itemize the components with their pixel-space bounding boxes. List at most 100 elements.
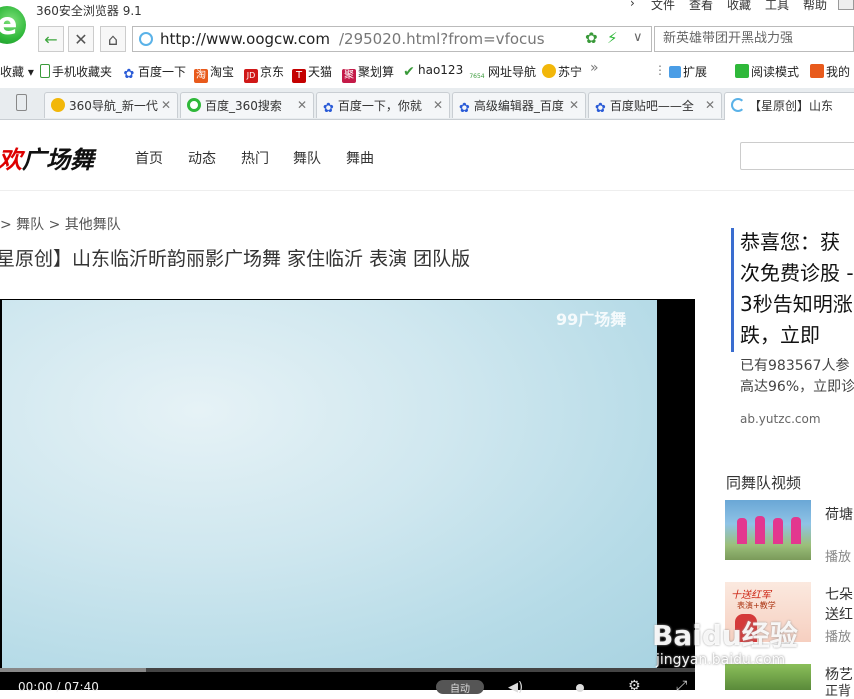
bookmark-label: 阅读模式 bbox=[751, 65, 800, 79]
more-bookmarks-icon[interactable]: » bbox=[590, 60, 599, 76]
dancer-figure bbox=[791, 517, 801, 544]
breadcrumb[interactable]: > 舞队 > 其他舞队 bbox=[0, 214, 121, 234]
site-header bbox=[0, 121, 854, 191]
close-icon[interactable]: ✕ bbox=[161, 98, 171, 112]
ad-desc-line: 高达96%，立即诊 bbox=[740, 379, 854, 395]
gear-icon[interactable]: ⚙ bbox=[628, 678, 641, 694]
close-icon[interactable]: ✕ bbox=[569, 98, 579, 112]
tab-label: 高级编辑器_百度 bbox=[473, 99, 564, 113]
tab-editor[interactable]: ✿ 高级编辑器_百度 ✕ bbox=[452, 92, 586, 118]
video-frame[interactable] bbox=[2, 300, 657, 668]
search-input[interactable]: 新英雄带团开黑战力强 bbox=[654, 26, 854, 52]
dancer-figure bbox=[755, 516, 765, 544]
tab-baidu[interactable]: ✿ 百度一下，你就 ✕ bbox=[316, 92, 450, 118]
ad-desc-line: 已有983567人参 bbox=[740, 358, 850, 374]
nav-music[interactable]: 舞曲 bbox=[346, 148, 374, 168]
close-icon[interactable]: ✕ bbox=[297, 98, 307, 112]
related-item-title[interactable]: 七朵 bbox=[825, 584, 853, 604]
auto-quality-button[interactable]: 自动 bbox=[436, 680, 484, 695]
window-control-button[interactable] bbox=[838, 0, 854, 10]
baidu-watermark: Baidu经验 bbox=[652, 619, 798, 652]
suning-icon bbox=[542, 64, 556, 78]
video-time: 00:00 / 07:40 bbox=[18, 680, 99, 694]
bookmark-label: 聚划算 bbox=[358, 65, 395, 79]
site-logo[interactable]: 欢广场舞 bbox=[0, 140, 94, 175]
nav-hot[interactable]: 热门 bbox=[241, 148, 269, 168]
menu-file[interactable]: 文件 bbox=[651, 0, 675, 13]
grid-icon bbox=[669, 66, 681, 78]
bookmark-jd[interactable]: JD 京东 bbox=[244, 63, 284, 83]
thumb-caption-sub: 表演+教学 bbox=[737, 601, 776, 610]
video-watermark: 99广场舞 bbox=[556, 310, 627, 329]
menu-favorites[interactable]: 收藏 bbox=[727, 0, 751, 13]
chevron-right-icon[interactable]: › bbox=[630, 0, 635, 10]
menu-help[interactable]: 帮助 bbox=[803, 0, 827, 13]
volume-slider-handle[interactable] bbox=[576, 684, 584, 692]
7654-icon: 7654 bbox=[469, 73, 485, 80]
baidu-paw-icon: ✿ bbox=[595, 101, 606, 116]
menu-tools[interactable]: 工具 bbox=[765, 0, 789, 13]
bookmark-juhuasuan[interactable]: 聚聚划算 bbox=[342, 63, 394, 83]
tab-360search[interactable]: 百度_360搜索 ✕ bbox=[180, 92, 314, 118]
related-item-playcount: 播放 bbox=[825, 630, 852, 645]
separator-dots-icon: ⋮ bbox=[654, 63, 666, 77]
extensions-button[interactable]: 扩展 bbox=[669, 63, 707, 80]
lightning-icon[interactable]: ⚡ bbox=[607, 29, 618, 47]
site-logo-text: 广场舞 bbox=[22, 145, 94, 174]
reader-mode-button[interactable]: 阅读模式 bbox=[735, 63, 799, 80]
bookmark-tmall[interactable]: T 天猫 bbox=[292, 63, 332, 83]
bookmark-label: 网址导航 bbox=[488, 65, 537, 79]
dropdown-icon[interactable]: ∨ bbox=[633, 30, 643, 45]
briefcase-icon bbox=[810, 64, 824, 78]
tab-tieba[interactable]: ✿ 百度贴吧——全 ✕ bbox=[588, 92, 722, 118]
fullscreen-icon[interactable]: ⤢ bbox=[676, 678, 687, 694]
my-button[interactable]: 我的 bbox=[810, 63, 850, 80]
address-bar[interactable]: http://www.oogcw.com /295020.html?from=v… bbox=[132, 26, 652, 52]
bookmark-nav[interactable]: 7654 网址导航 bbox=[468, 63, 536, 84]
bookmark-favorites[interactable]: 收藏 ▾ bbox=[0, 63, 34, 80]
baidu-paw-icon: ✿ bbox=[323, 101, 334, 116]
tab-label: 百度贴吧——全 bbox=[609, 99, 694, 113]
related-item-title[interactable]: 荷塘 bbox=[825, 504, 853, 524]
ad-url[interactable]: ab.yutzc.com bbox=[740, 412, 821, 426]
close-icon[interactable]: ✕ bbox=[705, 98, 715, 112]
related-item-subtitle[interactable]: 送红 bbox=[825, 604, 853, 624]
bookmark-baidu[interactable]: ✿ 百度一下 bbox=[122, 63, 186, 82]
nav-home[interactable]: 首页 bbox=[135, 148, 163, 168]
bookmark-hao123[interactable]: ✔ hao123 bbox=[402, 63, 463, 79]
phone-icon[interactable] bbox=[16, 94, 27, 111]
refresh-icon[interactable]: ✿ bbox=[585, 29, 598, 47]
bookmark-suning[interactable]: 苏宁 bbox=[542, 63, 582, 80]
bookmark-label: 百度一下 bbox=[138, 65, 187, 79]
juhuasuan-icon: 聚 bbox=[342, 69, 356, 83]
360-icon bbox=[51, 98, 65, 112]
ad-description[interactable]: 已有983567人参 高达96%，立即诊 bbox=[740, 356, 854, 398]
close-icon[interactable]: ✕ bbox=[433, 98, 443, 112]
related-thumbnail[interactable] bbox=[725, 500, 811, 560]
menu-view[interactable]: 查看 bbox=[689, 0, 713, 13]
tab-label: 【星原创】山东 bbox=[749, 99, 834, 113]
ad-accent-bar bbox=[731, 228, 734, 352]
bookmark-label: 淘宝 bbox=[210, 65, 235, 79]
tab-360nav[interactable]: 360导航_新一代 ✕ bbox=[44, 92, 178, 118]
home-button[interactable]: ⌂ bbox=[100, 26, 126, 52]
back-button[interactable]: ← bbox=[38, 26, 64, 52]
tab-active-page[interactable]: 【星原创】山东 bbox=[724, 92, 854, 120]
tab-label: 百度_360搜索 bbox=[205, 99, 282, 113]
bookmark-taobao[interactable]: 淘淘宝 bbox=[194, 63, 234, 83]
site-search-input[interactable] bbox=[740, 142, 854, 170]
dancer-figure bbox=[737, 518, 747, 544]
ad-headline[interactable]: 恭喜您：获次免费诊股 - 3秒告知明涨跌，立即 bbox=[740, 227, 854, 351]
bookmark-phone-favorites[interactable]: 手机收藏夹 bbox=[40, 63, 112, 80]
nav-activity[interactable]: 动态 bbox=[188, 148, 216, 168]
tmall-icon: T bbox=[292, 69, 306, 83]
stop-button[interactable]: ✕ bbox=[68, 26, 94, 52]
baidu-paw-icon: ✿ bbox=[123, 67, 135, 82]
chevron-down-icon: ▾ bbox=[27, 65, 34, 79]
volume-icon[interactable]: ◀) bbox=[508, 680, 523, 695]
phone-icon bbox=[40, 64, 50, 78]
progress-fill bbox=[0, 668, 146, 672]
bookmark-label: 扩展 bbox=[683, 65, 708, 79]
nav-teams[interactable]: 舞队 bbox=[293, 148, 321, 168]
page-icon bbox=[139, 32, 153, 46]
